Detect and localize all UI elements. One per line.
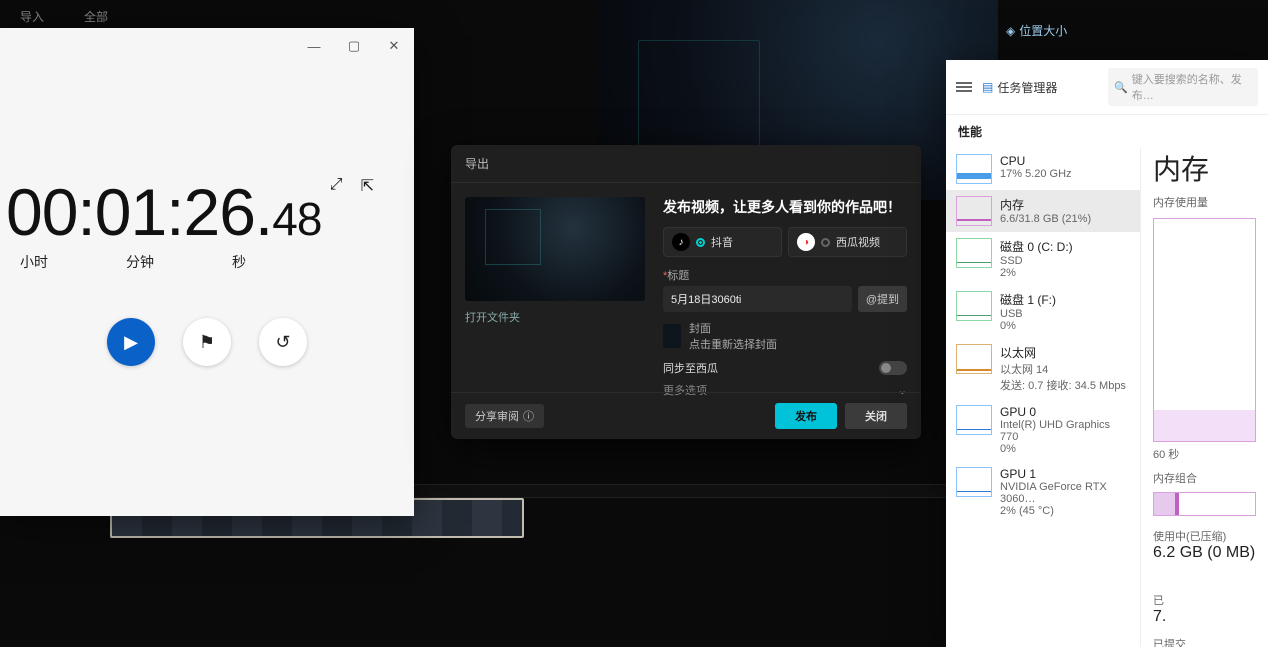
close-button[interactable]: ✕: [374, 28, 414, 64]
platform-xigua[interactable]: ◑ 西瓜视频: [788, 227, 907, 257]
performance-sidebar: CPU 17% 5.20 GHz 内存 6.6/31.8 GB (21%) 磁盘…: [946, 148, 1141, 647]
taskmgr-icon: ▤: [982, 80, 993, 94]
performance-tab[interactable]: 性能: [946, 115, 1268, 148]
editor-tab-all[interactable]: 全部: [76, 4, 116, 29]
stat-x-label: 已: [1153, 592, 1166, 608]
platform-douyin[interactable]: ♪ 抖音: [663, 227, 782, 257]
sync-xigua-label: 同步至西瓜: [663, 360, 718, 376]
perf-item-gpu0[interactable]: GPU 0 Intel(R) UHD Graphics 770 0%: [946, 399, 1140, 461]
stat-x-value: 7.: [1153, 608, 1166, 626]
disk-sparkline: [956, 291, 992, 321]
perf-item-ethernet[interactable]: 以太网 以太网 14 发送: 0.7 接收: 34.5 Mbps: [946, 338, 1140, 399]
task-manager-window: ▤ 任务管理器 🔍 键入要搜索的名称、发布… 性能 CPU 17% 5.20 G…: [946, 60, 1268, 647]
perf-item-cpu[interactable]: CPU 17% 5.20 GHz: [946, 148, 1140, 190]
stat-used-value: 6.2 GB (0 MB): [1153, 544, 1255, 562]
ethernet-sparkline: [956, 344, 992, 374]
second-label: 秒: [232, 252, 246, 272]
right-panel-title: ◈ 位置大小: [1006, 22, 1266, 39]
radio-icon: [821, 238, 830, 247]
publish-button[interactable]: 发布: [775, 403, 837, 429]
xigua-icon: ◑: [797, 233, 815, 251]
cpu-sparkline: [956, 154, 992, 184]
douyin-icon: ♪: [672, 233, 690, 251]
memory-heading: 内存: [1153, 148, 1256, 188]
gpu-sparkline: [956, 467, 992, 497]
reset-button[interactable]: ↺: [259, 318, 307, 366]
hamburger-icon[interactable]: [956, 82, 972, 92]
cover-hint[interactable]: 点击重新选择封面: [689, 336, 777, 352]
export-thumbnail: [465, 197, 645, 301]
location-icon: ◈: [1006, 24, 1015, 38]
editor-tab-import[interactable]: 导入: [12, 4, 52, 29]
pin-icon[interactable]: ⇱: [361, 176, 374, 196]
memory-usage-graph: [1153, 218, 1256, 442]
close-button[interactable]: 关闭: [845, 403, 907, 429]
hour-label: 小时: [20, 252, 48, 272]
stat-used-label: 使用中(已压缩): [1153, 528, 1255, 544]
perf-item-disk1[interactable]: 磁盘 1 (F:) USB 0%: [946, 285, 1140, 338]
play-button[interactable]: ▶: [107, 318, 155, 366]
lap-button[interactable]: ⚑: [183, 318, 231, 366]
expand-icon[interactable]: ⤢: [330, 176, 343, 196]
disk-sparkline: [956, 238, 992, 268]
search-input[interactable]: 🔍 键入要搜索的名称、发布…: [1108, 68, 1258, 106]
minute-label: 分钟: [126, 252, 154, 272]
stat-commit-label: 已提交: [1153, 636, 1238, 647]
perf-item-memory[interactable]: 内存 6.6/31.8 GB (21%): [946, 190, 1140, 232]
perf-item-gpu1[interactable]: GPU 1 NVIDIA GeForce RTX 3060… 2% (45 °C…: [946, 461, 1140, 523]
stopwatch-window: — ▢ ✕ ⤢ ⇱ 00:01:26.48 小时 分钟 秒 ▶ ⚑ ↺: [0, 28, 414, 516]
export-header: 导出: [451, 145, 921, 183]
gpu-sparkline: [956, 405, 992, 435]
maximize-button[interactable]: ▢: [334, 28, 374, 64]
memory-composition-bar: [1153, 492, 1256, 516]
search-icon: 🔍: [1114, 81, 1128, 94]
radio-icon: [696, 238, 705, 247]
cover-label: 封面: [689, 320, 777, 336]
title-field-label: *标题: [663, 267, 907, 283]
publish-title: 发布视频，让更多人看到你的作品吧！: [663, 197, 907, 217]
perf-item-disk0[interactable]: 磁盘 0 (C: D:) SSD 2%: [946, 232, 1140, 285]
open-folder-link[interactable]: 打开文件夹: [465, 309, 645, 325]
memory-sparkline: [956, 196, 992, 226]
task-manager-title: ▤ 任务管理器: [982, 79, 1057, 96]
minimize-button[interactable]: —: [294, 28, 334, 64]
info-icon: ⓘ: [523, 408, 534, 424]
performance-detail: 内存 内存使用量 60 秒 内存组合 使用中(已压缩) 6.2 GB (0 MB…: [1141, 148, 1268, 647]
memory-composition-label: 内存组合: [1153, 470, 1256, 486]
mention-button[interactable]: @提到: [858, 286, 907, 312]
sync-toggle[interactable]: [879, 361, 907, 375]
title-input[interactable]: 5月18日3060ti: [663, 286, 852, 312]
export-dialog: 导出 打开文件夹 发布视频，让更多人看到你的作品吧！ ♪ 抖音 ◑ 西瓜视频: [451, 145, 921, 439]
cover-thumb[interactable]: [663, 324, 681, 348]
share-review-button[interactable]: 分享审阅 ⓘ: [465, 404, 544, 428]
sixty-sec-label: 60 秒: [1153, 446, 1256, 462]
memory-usage-label: 内存使用量: [1153, 194, 1256, 210]
